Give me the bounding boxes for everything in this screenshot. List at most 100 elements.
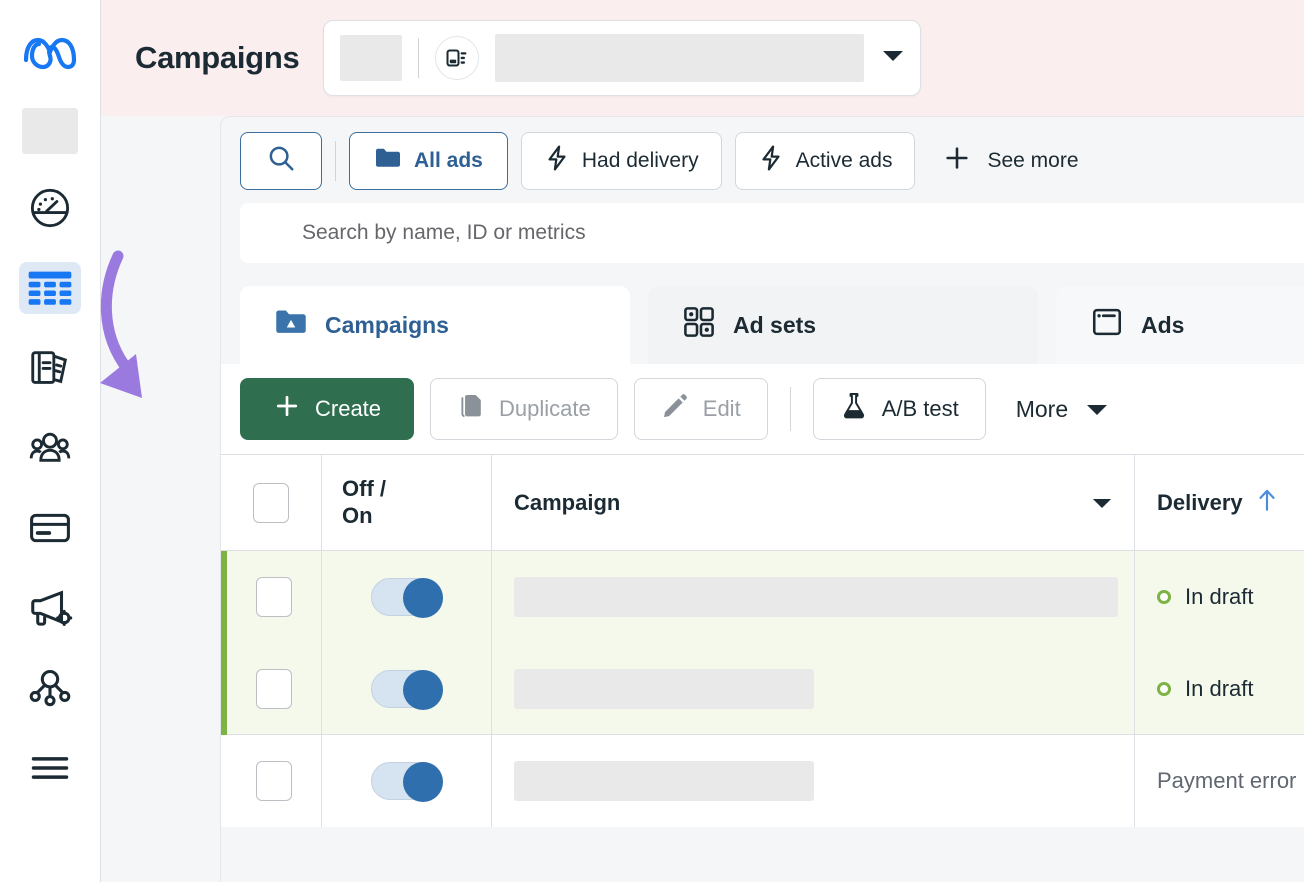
select-all-checkbox[interactable] — [253, 483, 289, 523]
delivery-status-label: In draft — [1185, 676, 1253, 702]
row-onoff-toggle[interactable] — [371, 578, 443, 616]
row-onoff-toggle[interactable] — [371, 670, 443, 708]
filter-bar: All ads Had delivery — [221, 117, 1304, 190]
tab-campaigns[interactable]: Campaigns — [240, 286, 630, 364]
column-header-delivery[interactable]: Delivery — [1135, 455, 1304, 551]
filter-chip-all-ads[interactable]: All ads — [349, 132, 508, 190]
plus-icon — [273, 392, 301, 426]
table-header-row: Off / On Campaign Delivery — [221, 455, 1304, 551]
account-list-icon — [435, 36, 479, 80]
flask-icon — [840, 391, 868, 427]
toggle-knob — [403, 578, 443, 618]
duplicate-label: Duplicate — [499, 396, 591, 422]
chevron-down-icon[interactable] — [1092, 490, 1112, 516]
magnifier-icon — [266, 143, 296, 179]
filter-chip-label: All ads — [414, 149, 483, 173]
folder-icon — [374, 146, 402, 176]
more-actions-button[interactable]: More — [1016, 396, 1108, 423]
create-label: Create — [315, 396, 381, 422]
plus-icon — [943, 144, 971, 178]
filter-chip-label: Had delivery — [582, 149, 699, 173]
toggle-knob — [403, 762, 443, 802]
table-row-group-highlighted: In draft — [221, 551, 1304, 735]
sidebar-item-all-tools[interactable] — [19, 742, 81, 794]
sidebar-item-audiences[interactable] — [19, 422, 81, 474]
create-button[interactable]: Create — [240, 378, 414, 440]
ab-test-button[interactable]: A/B test — [813, 378, 986, 440]
table-icon — [27, 269, 73, 307]
speedometer-icon — [27, 185, 73, 231]
search-input[interactable]: Search by name, ID or metrics — [240, 203, 1304, 263]
tab-ads[interactable]: Ads — [1056, 286, 1304, 364]
adsets-grid-icon — [682, 305, 716, 345]
table-row-group: Payment error — [221, 735, 1304, 827]
select-all-cell — [221, 455, 322, 551]
sidebar-item-campaigns[interactable] — [19, 262, 81, 314]
pages-icon — [27, 345, 73, 391]
edit-button[interactable]: Edit — [634, 378, 768, 440]
campaign-name-redacted — [514, 669, 814, 709]
row-checkbox[interactable] — [256, 669, 292, 709]
row-select-cell — [227, 735, 322, 827]
sidebar-item-ad-settings[interactable] — [19, 582, 81, 634]
column-label-line2: On — [342, 503, 386, 529]
row-delivery-cell: In draft — [1135, 643, 1304, 734]
level-tabs: Campaigns Ad sets — [221, 280, 1304, 364]
row-toggle-cell — [322, 643, 492, 734]
credit-card-icon — [27, 505, 73, 551]
row-onoff-toggle[interactable] — [371, 762, 443, 800]
main-region: Campaigns — [101, 0, 1304, 882]
bolt-icon — [758, 144, 784, 178]
row-delivery-cell: In draft — [1135, 551, 1304, 643]
row-select-cell — [227, 643, 322, 734]
meta-logo-icon[interactable] — [21, 32, 79, 72]
row-checkbox[interactable] — [256, 577, 292, 617]
sidebar-account-placeholder[interactable] — [22, 108, 78, 154]
column-header-offon[interactable]: Off / On — [322, 455, 492, 551]
see-more-filters-button[interactable]: See more — [943, 144, 1078, 178]
toggle-knob — [403, 670, 443, 710]
row-campaign-cell — [492, 735, 1135, 827]
search-filter-button[interactable] — [240, 132, 322, 190]
tab-ad-sets[interactable]: Ad sets — [648, 286, 1038, 364]
table-row[interactable]: In draft — [227, 643, 1304, 735]
hamburger-icon — [28, 753, 72, 783]
copy-icon — [457, 392, 485, 426]
search-placeholder: Search by name, ID or metrics — [302, 221, 586, 245]
campaign-folder-icon — [274, 307, 308, 343]
app-root: Campaigns — [0, 0, 1304, 882]
ads-window-icon — [1090, 305, 1124, 345]
table-row[interactable]: In draft — [227, 551, 1304, 643]
tab-label: Ad sets — [733, 312, 816, 339]
content-panel: All ads Had delivery — [220, 116, 1304, 882]
account-selector[interactable] — [323, 20, 921, 96]
chevron-down-icon[interactable] — [882, 49, 904, 68]
megaphone-gear-icon — [27, 585, 73, 631]
row-checkbox[interactable] — [256, 761, 292, 801]
sidebar-item-billing[interactable] — [19, 502, 81, 554]
left-sidebar — [0, 0, 101, 882]
filter-chip-had-delivery[interactable]: Had delivery — [521, 132, 722, 190]
sidebar-item-library[interactable] — [19, 342, 81, 394]
see-more-label: See more — [987, 149, 1078, 173]
divider — [418, 38, 419, 78]
row-delivery-cell: Payment error — [1135, 735, 1304, 827]
delivery-status: Payment error — [1157, 768, 1296, 794]
pencil-icon — [661, 392, 689, 426]
campaigns-table: Off / On Campaign Delivery — [221, 454, 1304, 827]
filter-chip-active-ads[interactable]: Active ads — [735, 132, 916, 190]
row-toggle-cell — [322, 735, 492, 827]
page-header: Campaigns — [101, 0, 1304, 116]
table-row[interactable]: Payment error — [227, 735, 1304, 827]
divider — [790, 387, 791, 431]
sidebar-item-events-manager[interactable] — [19, 662, 81, 714]
tab-label: Campaigns — [325, 312, 449, 339]
account-badge-redacted — [340, 35, 402, 81]
row-toggle-cell — [322, 551, 492, 643]
duplicate-button[interactable]: Duplicate — [430, 378, 618, 440]
sidebar-item-overview[interactable] — [19, 182, 81, 234]
column-header-campaign[interactable]: Campaign — [492, 455, 1135, 551]
row-campaign-cell — [492, 551, 1135, 643]
filter-chip-label: Active ads — [796, 149, 893, 173]
divider — [335, 141, 336, 181]
